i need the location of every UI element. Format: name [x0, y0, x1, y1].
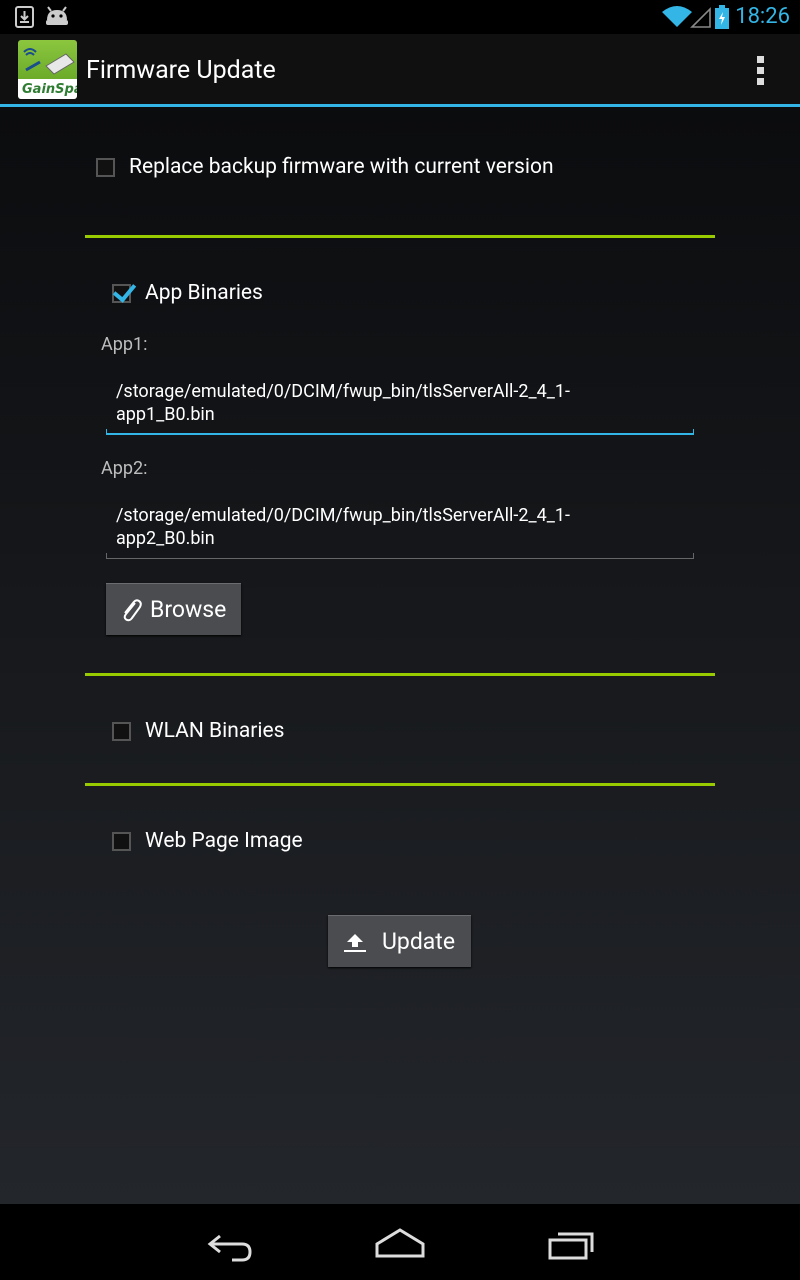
back-icon[interactable] [204, 1222, 256, 1262]
browse-button[interactable]: Browse [106, 583, 241, 635]
paperclip-icon [123, 598, 142, 621]
update-label: Update [382, 928, 456, 955]
gainspan-logo[interactable]: GainSpan [18, 40, 77, 99]
app1-label: App1: [101, 334, 148, 355]
app-binaries-checkbox[interactable] [112, 283, 131, 303]
svg-text:GainSpan: GainSpan [22, 82, 77, 97]
status-time: 18:26 [735, 4, 790, 29]
overflow-menu-icon[interactable] [756, 56, 766, 86]
app1-path-line1: /storage/emulated/0/DCIM/fwup_bin/tlsSer… [116, 381, 570, 402]
app1-path-line2: app1_B0.bin [116, 404, 215, 425]
update-button[interactable]: Update [328, 915, 471, 967]
app1-path-field[interactable]: /storage/emulated/0/DCIM/fwup_bin/tlsSer… [106, 380, 694, 435]
web-page-image-label: Web Page Image [145, 829, 303, 853]
wlan-binaries-option[interactable]: WLAN Binaries [112, 719, 284, 743]
home-icon[interactable] [374, 1222, 426, 1262]
status-bar: 18:26 [0, 0, 800, 34]
replace-backup-checkbox[interactable] [96, 157, 115, 177]
app2-label: App2: [101, 458, 148, 479]
replace-backup-label: Replace backup firmware with current ver… [129, 155, 554, 179]
section-divider [85, 235, 715, 238]
navigation-bar [0, 1204, 800, 1280]
download-notification-icon [15, 6, 34, 28]
wlan-binaries-label: WLAN Binaries [145, 719, 285, 743]
page-title: Firmware Update [86, 56, 276, 85]
browse-label: Browse [150, 596, 227, 623]
battery-icon [715, 5, 729, 29]
main-content: Replace backup firmware with current ver… [0, 107, 800, 1204]
wifi-icon [662, 6, 692, 27]
app2-path-line1: /storage/emulated/0/DCIM/fwup_bin/tlsSer… [116, 505, 570, 526]
app-binaries-option[interactable]: App Binaries [112, 281, 263, 305]
section-divider [85, 783, 715, 786]
app2-path-field[interactable]: /storage/emulated/0/DCIM/fwup_bin/tlsSer… [106, 504, 694, 559]
upload-icon [344, 933, 366, 952]
wlan-binaries-checkbox[interactable] [112, 721, 131, 741]
recent-apps-icon[interactable] [546, 1222, 598, 1262]
app2-path-line2: app2_B0.bin [116, 528, 215, 549]
web-page-image-checkbox[interactable] [112, 831, 131, 851]
app-binaries-label: App Binaries [145, 281, 263, 305]
android-debug-icon [46, 6, 68, 25]
section-divider [85, 673, 715, 676]
cell-signal-icon [690, 7, 711, 28]
replace-backup-option[interactable]: Replace backup firmware with current ver… [96, 155, 554, 179]
web-page-image-option[interactable]: Web Page Image [112, 829, 303, 853]
action-bar: GainSpan Firmware Update [0, 34, 800, 107]
